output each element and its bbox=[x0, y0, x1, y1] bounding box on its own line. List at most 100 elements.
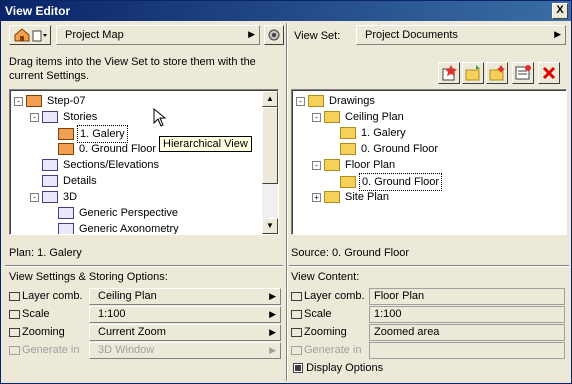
project-map-dropdown[interactable]: Project Map ▶ bbox=[56, 25, 260, 45]
tree-row[interactable]: Details bbox=[30, 173, 99, 189]
display-options-icon bbox=[293, 363, 303, 374]
scroll-down-button[interactable]: ▼ bbox=[262, 218, 278, 234]
tree-row[interactable]: - Ceiling Plan bbox=[312, 109, 406, 125]
setting-label-text: Layer comb. bbox=[304, 290, 365, 302]
setting-dropdown[interactable]: Current Zoom ▶ bbox=[89, 324, 281, 341]
pin-icon bbox=[268, 29, 280, 41]
setting-field: Zoomed area bbox=[369, 324, 565, 341]
tree-item-label: Floor Plan bbox=[345, 159, 396, 171]
tree-item-label: 0. Ground Floor bbox=[79, 143, 157, 155]
setting-label-text: Generate in bbox=[304, 344, 362, 356]
tree-row[interactable]: Sections/Elevations bbox=[30, 157, 161, 173]
toggle-split-button[interactable] bbox=[264, 25, 284, 45]
window-title: View Editor bbox=[5, 4, 71, 18]
delete-icon bbox=[542, 66, 556, 80]
tree-row[interactable]: - Stories bbox=[30, 109, 99, 125]
viewset-dropdown[interactable]: Project Documents ▶ bbox=[356, 25, 566, 45]
new-folder-icon bbox=[465, 65, 480, 81]
new-view-icon bbox=[442, 65, 457, 81]
tree-row[interactable]: Generic Axonometry bbox=[46, 221, 181, 235]
setting-label-text: Zooming bbox=[304, 326, 347, 338]
scale-icon bbox=[9, 309, 20, 319]
folder-icon bbox=[324, 191, 340, 204]
setting-dropdown[interactable]: 1:100 ▶ bbox=[89, 306, 281, 323]
viewset-value: Project Documents bbox=[365, 29, 458, 41]
drag-instruction: Drag items into the View Set to store th… bbox=[9, 56, 256, 82]
setting-label: Generate in bbox=[9, 344, 79, 356]
scale-icon bbox=[291, 309, 302, 319]
layer-comb-icon bbox=[9, 291, 20, 301]
setting-label-text: Generate in bbox=[22, 344, 80, 356]
tree-row[interactable]: Generic Perspective bbox=[46, 205, 180, 221]
tree-row[interactable]: 0. Ground Floor bbox=[328, 141, 440, 157]
3d-icon bbox=[42, 191, 58, 204]
project-map-tree[interactable]: - Step-07- Stories 1. Galery 0. Ground Floor… bbox=[9, 89, 279, 235]
folder-icon bbox=[308, 95, 324, 108]
setting-dropdown[interactable]: Ceiling Plan ▶ bbox=[89, 288, 281, 305]
tree-row[interactable]: 0. Ground Floor bbox=[46, 141, 158, 157]
delete-button[interactable] bbox=[538, 62, 560, 84]
folder-icon bbox=[340, 176, 356, 189]
generate-icon bbox=[291, 345, 302, 355]
tree-row[interactable]: 1. Galery bbox=[46, 125, 128, 143]
settings-button[interactable] bbox=[512, 62, 534, 84]
source-status: Source: 0. Ground Floor bbox=[291, 247, 410, 259]
setting-value: Zoomed area bbox=[374, 326, 440, 338]
setting-label: Zooming bbox=[291, 326, 347, 338]
setting-value: 1:100 bbox=[98, 308, 126, 320]
tree-item-label: 3D bbox=[63, 191, 78, 203]
tree-row[interactable]: - Drawings bbox=[296, 93, 377, 109]
expand-toggle-icon[interactable]: + bbox=[312, 192, 321, 202]
tree-row[interactable]: 1. Galery bbox=[328, 125, 408, 141]
project-map-icon-button[interactable] bbox=[9, 25, 51, 45]
display-options-row[interactable]: Display Options bbox=[293, 362, 383, 374]
axonometry-icon bbox=[58, 223, 74, 234]
setting-label: Scale bbox=[291, 308, 332, 320]
setting-field: 1:100 bbox=[369, 306, 565, 323]
collapse-toggle-icon[interactable]: - bbox=[30, 192, 39, 202]
tree-item-label: Drawings bbox=[329, 95, 375, 107]
collapse-toggle-icon[interactable]: - bbox=[312, 112, 321, 122]
tooltip: Hierarchical View bbox=[159, 136, 252, 152]
setting-label-text: Zooming bbox=[22, 326, 65, 338]
new-view-button[interactable] bbox=[438, 62, 460, 84]
folder-icon bbox=[324, 111, 340, 124]
chevron-right-icon: ▶ bbox=[269, 327, 276, 337]
new-folder-button[interactable] bbox=[462, 62, 484, 84]
divider bbox=[289, 265, 569, 267]
setting-value: Floor Plan bbox=[374, 290, 425, 302]
tree-item-label: Generic Axonometry bbox=[79, 223, 179, 235]
scroll-up-button[interactable]: ▲ bbox=[262, 91, 278, 107]
tree-item-label: Sections/Elevations bbox=[63, 159, 159, 171]
tree-item-label: Ceiling Plan bbox=[345, 111, 404, 123]
setting-label-text: Scale bbox=[22, 308, 50, 320]
setting-label: Zooming bbox=[9, 326, 65, 338]
collapse-toggle-icon[interactable]: - bbox=[312, 160, 321, 170]
collapse-toggle-icon[interactable]: - bbox=[296, 96, 305, 106]
chevron-right-icon: ▶ bbox=[248, 29, 255, 39]
tree-row[interactable]: - 3D bbox=[30, 189, 79, 205]
clone-folder-icon bbox=[489, 65, 505, 81]
tree-scrollbar[interactable]: ▲ ▼ bbox=[262, 91, 278, 234]
title-bar[interactable]: View Editor X bbox=[1, 1, 571, 21]
close-button[interactable]: X bbox=[552, 3, 568, 19]
setting-label-text: Layer comb. bbox=[22, 290, 83, 302]
viewset-tree[interactable]: - Drawings - Ceiling Plan 1. Galery 0. Ground… bbox=[291, 89, 567, 235]
scroll-thumb[interactable] bbox=[262, 107, 278, 184]
folder-icon bbox=[340, 143, 356, 156]
collapse-toggle-icon[interactable]: - bbox=[30, 112, 39, 122]
setting-field bbox=[369, 342, 565, 359]
chevron-right-icon: ▶ bbox=[269, 309, 276, 319]
clone-folder-button[interactable] bbox=[486, 62, 508, 84]
tree-row[interactable]: 0. Ground Floor bbox=[328, 173, 443, 191]
folder-icon bbox=[340, 127, 356, 140]
generate-icon bbox=[9, 345, 20, 355]
tree-row[interactable]: + Site Plan bbox=[312, 189, 391, 205]
layer-comb-icon bbox=[291, 291, 302, 301]
chevron-right-icon: ▶ bbox=[269, 291, 276, 301]
collapse-toggle-icon[interactable]: - bbox=[14, 96, 23, 106]
tree-row[interactable]: - Floor Plan bbox=[312, 157, 397, 173]
tree-row[interactable]: - Step-07 bbox=[14, 93, 88, 109]
tree-item-label: 1. Galery bbox=[361, 127, 406, 139]
section-icon bbox=[42, 159, 58, 172]
